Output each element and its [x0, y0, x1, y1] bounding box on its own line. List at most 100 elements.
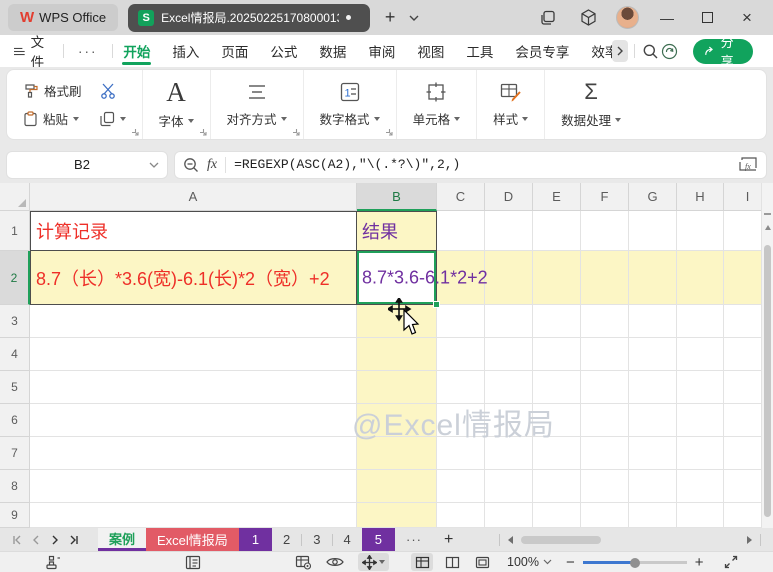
cell-D6[interactable]	[485, 404, 533, 437]
document-tab[interactable]: S Excel情报局.20250225170800013	[128, 4, 370, 32]
menu-item-审阅[interactable]: 审阅	[357, 35, 406, 67]
page-layout-view-button[interactable]	[471, 553, 493, 571]
cell-A3[interactable]	[30, 305, 357, 338]
zoom-level[interactable]: 100%	[507, 555, 539, 569]
cell-B9[interactable]	[357, 503, 437, 528]
sheet-tab-···[interactable]: ···	[395, 528, 433, 551]
column-header-F[interactable]: F	[581, 183, 629, 211]
fill-handle[interactable]	[433, 301, 440, 308]
menu-item-视图[interactable]: 视图	[406, 35, 455, 67]
cell-D5[interactable]	[485, 371, 533, 404]
scroll-left-icon[interactable]	[508, 536, 513, 544]
dialog-launcher-icon[interactable]	[131, 128, 139, 136]
sheet-tab-+[interactable]: +	[433, 528, 464, 551]
cell-H3[interactable]	[677, 305, 724, 338]
column-header-A[interactable]: A	[30, 183, 357, 211]
cell-C6[interactable]	[437, 404, 485, 437]
menu-item-效率[interactable]: 效率	[580, 35, 612, 67]
row-header-8[interactable]: 8	[0, 470, 30, 503]
cell-D3[interactable]	[485, 305, 533, 338]
number-format-group[interactable]: 1 数字格式	[304, 70, 397, 139]
cell-H4[interactable]	[677, 338, 724, 371]
cell-D8[interactable]	[485, 470, 533, 503]
cell-A6[interactable]	[30, 404, 357, 437]
cell-G9[interactable]	[629, 503, 677, 528]
cell-B5[interactable]	[357, 371, 437, 404]
select-all-corner[interactable]	[0, 183, 30, 211]
prev-sheet-button[interactable]	[27, 531, 44, 548]
cell-D9[interactable]	[485, 503, 533, 528]
cell-C5[interactable]	[437, 371, 485, 404]
formula-text[interactable]: =REGEXP(ASC(A2),"\(.*?\)",2,)	[234, 157, 731, 172]
first-sheet-button[interactable]	[8, 531, 25, 548]
sheet-tab-5[interactable]: 5	[362, 528, 395, 551]
new-tab-button[interactable]: +	[378, 6, 402, 30]
cell-G2[interactable]	[629, 251, 677, 305]
cell-A1[interactable]: 计算记录	[30, 211, 357, 251]
cell-H8[interactable]	[677, 470, 724, 503]
sheet-tab-Excel情报局[interactable]: Excel情报局	[146, 528, 239, 551]
chevron-down-icon[interactable]	[149, 162, 159, 168]
user-avatar[interactable]	[616, 6, 639, 29]
column-header-C[interactable]: C	[437, 183, 485, 211]
cell-A9[interactable]	[30, 503, 357, 528]
cell-A7[interactable]	[30, 437, 357, 470]
sheet-tab-2[interactable]: 2	[272, 528, 301, 551]
font-group[interactable]: A 字体	[143, 70, 211, 139]
cell-H1[interactable]	[677, 211, 724, 251]
cell-G6[interactable]	[629, 404, 677, 437]
zoom-in-button[interactable]: +	[695, 554, 704, 571]
menu-item-会员专享[interactable]: 会员专享	[504, 35, 580, 67]
macro-tool-icon[interactable]	[42, 553, 64, 571]
split-handle[interactable]	[764, 213, 771, 215]
vertical-scroll-thumb[interactable]	[764, 245, 771, 517]
cell-G5[interactable]	[629, 371, 677, 404]
reading-mode-button[interactable]	[358, 553, 389, 571]
last-sheet-button[interactable]	[65, 531, 82, 548]
cell-G3[interactable]	[629, 305, 677, 338]
row-header-9[interactable]: 9	[0, 503, 30, 528]
formula-input[interactable]: fx =REGEXP(ASC(A2),"\(.*?\)",2,) fx	[174, 151, 767, 179]
more-menus-button[interactable]: ···	[64, 44, 112, 59]
cell-B8[interactable]	[357, 470, 437, 503]
styles-group[interactable]: 样式	[477, 70, 545, 139]
fullscreen-icon[interactable]	[720, 553, 742, 571]
cells-group[interactable]: 单元格	[397, 70, 478, 139]
column-header-B[interactable]: B	[357, 183, 437, 211]
cell-F4[interactable]	[581, 338, 629, 371]
name-box[interactable]: B2	[6, 151, 168, 179]
sheet-tab-1[interactable]: 1	[239, 528, 272, 551]
cut-button[interactable]	[100, 83, 126, 99]
cell-E1[interactable]	[533, 211, 581, 251]
next-sheet-button[interactable]	[46, 531, 63, 548]
cell-B3[interactable]	[357, 305, 437, 338]
row-header-6[interactable]: 6	[0, 404, 30, 437]
cell-F2[interactable]	[581, 251, 629, 305]
cell-A4[interactable]	[30, 338, 357, 371]
row-header-3[interactable]: 3	[0, 305, 30, 338]
row-header-2[interactable]: 2	[0, 251, 30, 305]
cell-F6[interactable]	[581, 404, 629, 437]
cell-A2[interactable]: 8.7（长）*3.6(宽)-6.1(长)*2（宽）+2	[30, 251, 357, 305]
cell-D1[interactable]	[485, 211, 533, 251]
cell-F8[interactable]	[581, 470, 629, 503]
zoom-out-button[interactable]: −	[566, 554, 575, 571]
row-header-1[interactable]: 1	[0, 211, 30, 251]
dialog-launcher-icon[interactable]	[385, 128, 393, 136]
wps-office-button[interactable]: W WPS Office	[8, 4, 118, 31]
share-button[interactable]: 分享	[693, 39, 753, 64]
cell-D2[interactable]	[485, 251, 533, 305]
menu-item-页面[interactable]: 页面	[210, 35, 259, 67]
column-header-G[interactable]: G	[629, 183, 677, 211]
cell-E6[interactable]	[533, 404, 581, 437]
paste-button[interactable]: 粘贴	[23, 109, 82, 128]
menu-expand-button[interactable]	[612, 40, 628, 62]
minimize-button[interactable]: —	[655, 6, 679, 30]
cell-B6[interactable]	[357, 404, 437, 437]
horizontal-scrollbar[interactable]	[499, 534, 773, 546]
table-settings-icon[interactable]	[292, 553, 314, 571]
tab-list-chevron-icon[interactable]	[402, 6, 426, 30]
cell-G1[interactable]	[629, 211, 677, 251]
row-header-7[interactable]: 7	[0, 437, 30, 470]
menu-item-开始[interactable]: 开始	[112, 35, 161, 67]
